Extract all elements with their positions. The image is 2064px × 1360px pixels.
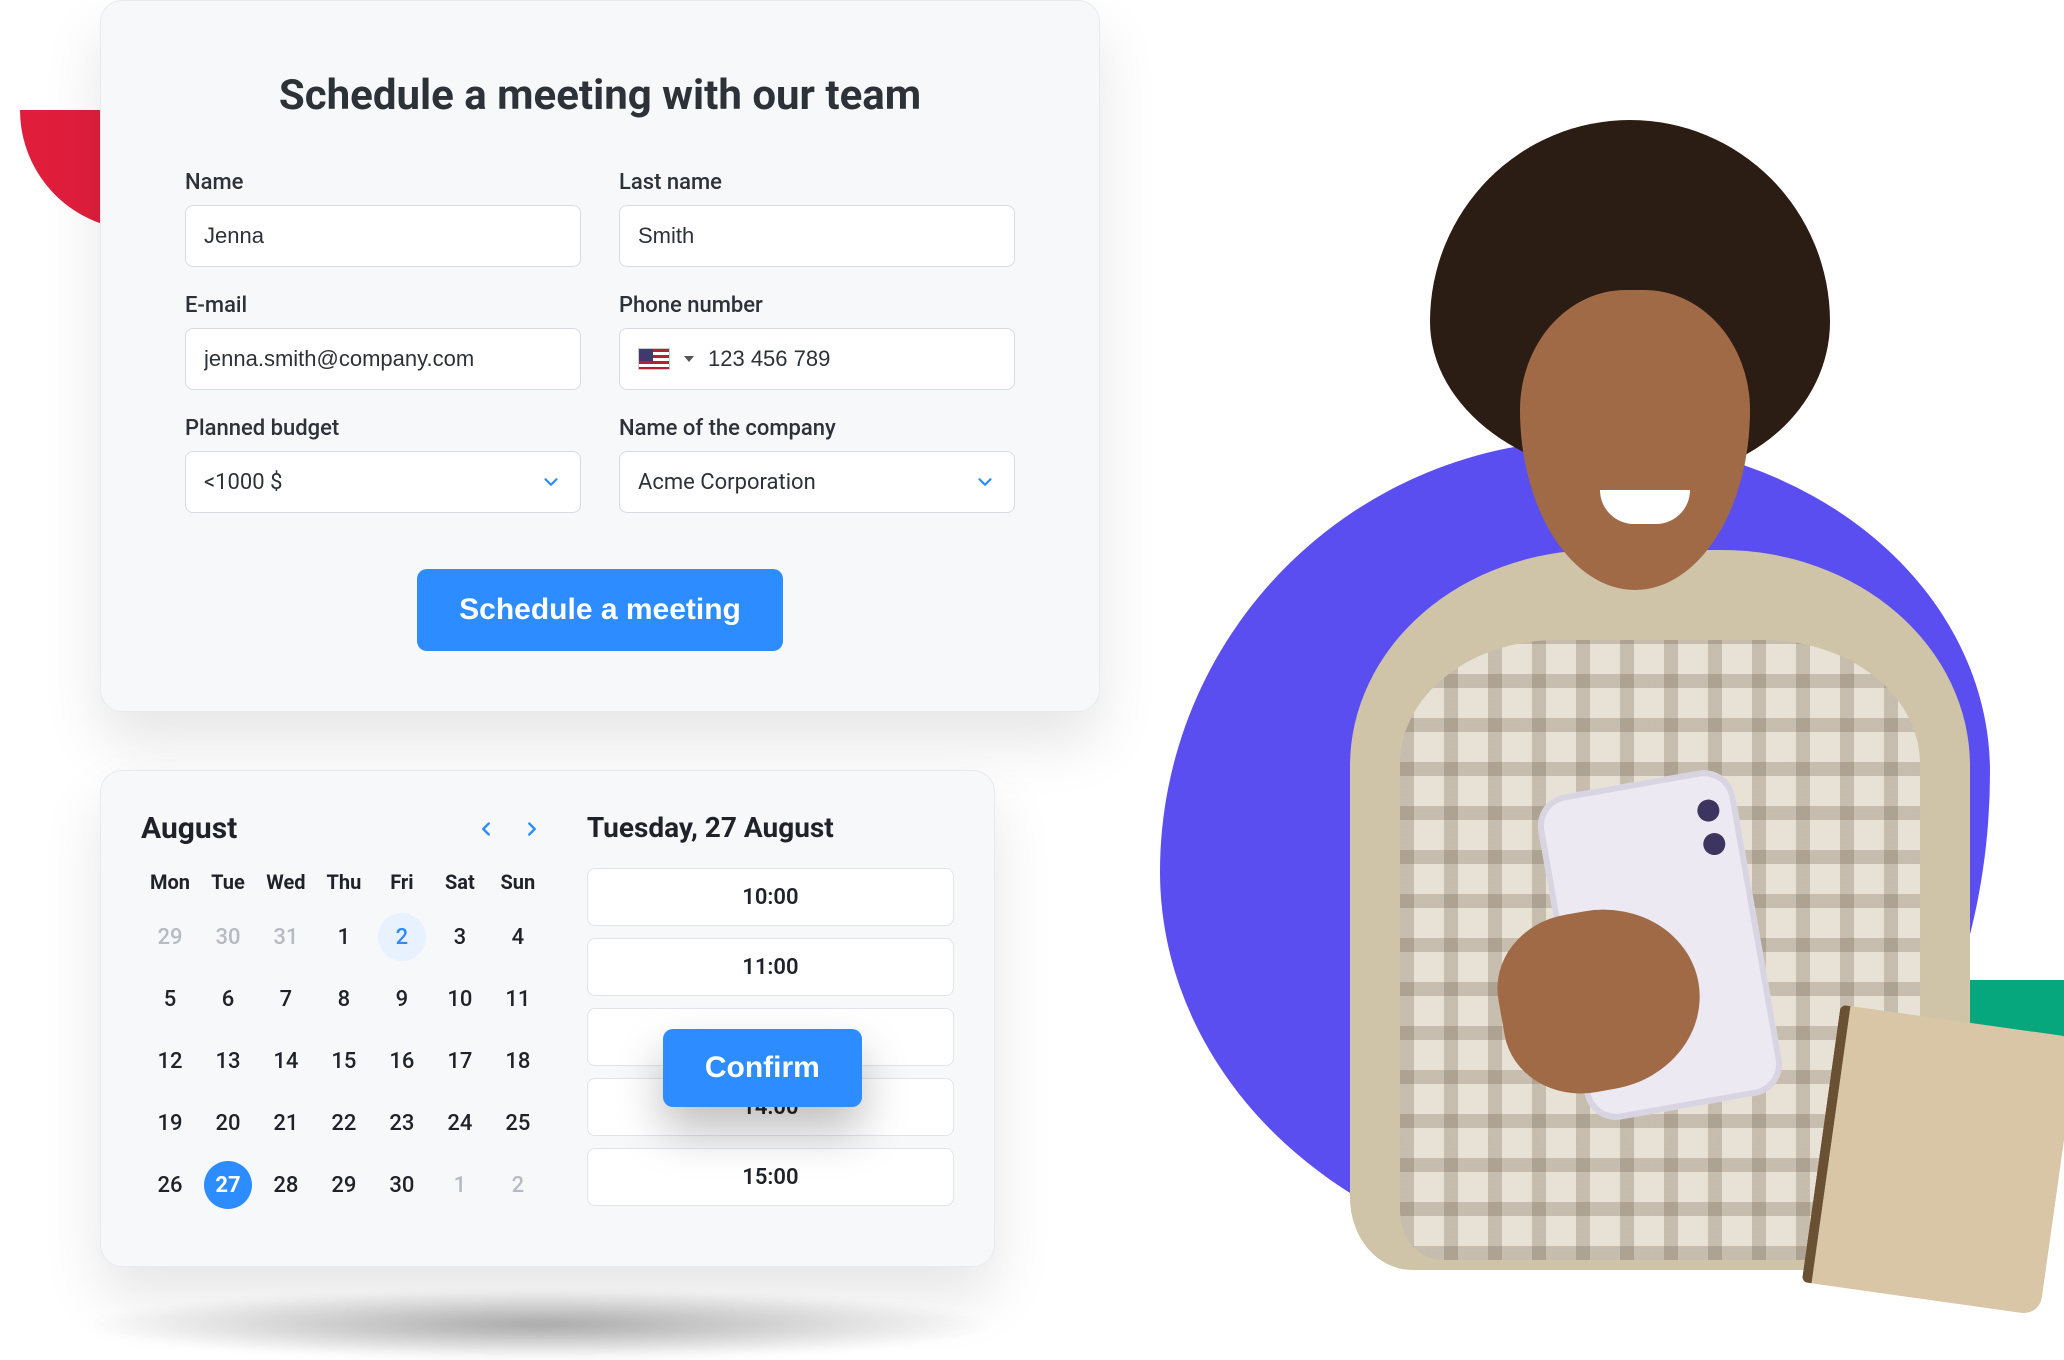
- calendar-dow: Tue: [199, 870, 257, 894]
- calendar-dow: Mon: [141, 870, 199, 894]
- schedule-meeting-button[interactable]: Schedule a meeting: [417, 569, 783, 651]
- calendar-date-cell[interactable]: 10: [431, 968, 489, 1030]
- calendar-date-cell[interactable]: 7: [257, 968, 315, 1030]
- calendar-date-cell[interactable]: 1: [431, 1154, 489, 1216]
- calendar-date-cell[interactable]: 13: [199, 1030, 257, 1092]
- input-phone[interactable]: [708, 329, 996, 389]
- calendar-date-cell[interactable]: 17: [431, 1030, 489, 1092]
- label-last-name: Last name: [619, 170, 1015, 195]
- calendar-month-label: August: [141, 811, 237, 846]
- time-slot[interactable]: 15:00: [587, 1148, 954, 1206]
- calendar-date-cell[interactable]: 24: [431, 1092, 489, 1154]
- input-name[interactable]: [204, 206, 562, 266]
- flag-caret-icon[interactable]: [684, 356, 694, 362]
- calendar-date-cell[interactable]: 22: [315, 1092, 373, 1154]
- calendar-date-cell[interactable]: 1: [315, 906, 373, 968]
- calendar-date-cell[interactable]: 30: [199, 906, 257, 968]
- calendar-right: Tuesday, 27 August 10:0011:0014:0015:00 …: [587, 811, 954, 1216]
- chevron-left-icon: [475, 818, 497, 840]
- calendar-date-cell[interactable]: 20: [199, 1092, 257, 1154]
- calendar-date-cell[interactable]: 29: [315, 1154, 373, 1216]
- select-budget-value: <1000 $: [204, 470, 282, 495]
- calendar-date-cell[interactable]: 18: [489, 1030, 547, 1092]
- calendar-date-cell[interactable]: 5: [141, 968, 199, 1030]
- input-email-wrap: [185, 328, 581, 390]
- chevron-down-icon: [974, 471, 996, 493]
- hero-illustration: [1120, 60, 2064, 1300]
- calendar-date-cell[interactable]: 28: [257, 1154, 315, 1216]
- calendar-date-cell[interactable]: 2: [489, 1154, 547, 1216]
- label-company: Name of the company: [619, 416, 1015, 441]
- field-last-name: Last name: [619, 170, 1015, 267]
- calendar-date-cell[interactable]: 4: [489, 906, 547, 968]
- input-phone-wrap: [619, 328, 1015, 390]
- calendar-date-cell[interactable]: 9: [373, 968, 431, 1030]
- calendar-date-cell[interactable]: 12: [141, 1030, 199, 1092]
- calendar-date-cell[interactable]: 26: [141, 1154, 199, 1216]
- calendar-date-cell[interactable]: 11: [489, 968, 547, 1030]
- calendar-date-cell[interactable]: 21: [257, 1092, 315, 1154]
- field-email: E-mail: [185, 293, 581, 390]
- input-last-name[interactable]: [638, 206, 996, 266]
- calendar-date-cell[interactable]: 6: [199, 968, 257, 1030]
- us-flag-icon[interactable]: [638, 348, 670, 370]
- select-budget[interactable]: <1000 $: [185, 451, 581, 513]
- select-company[interactable]: Acme Corporation: [619, 451, 1015, 513]
- input-email[interactable]: [204, 329, 562, 389]
- field-budget: Planned budget <1000 $: [185, 416, 581, 513]
- chevron-right-icon: [521, 818, 543, 840]
- calendar-date-cell[interactable]: 15: [315, 1030, 373, 1092]
- calendar-date-cell[interactable]: 14: [257, 1030, 315, 1092]
- chevron-down-icon: [540, 471, 562, 493]
- calendar-dow: Thu: [315, 870, 373, 894]
- label-budget: Planned budget: [185, 416, 581, 441]
- form-title: Schedule a meeting with our team: [185, 71, 1015, 120]
- field-name: Name: [185, 170, 581, 267]
- calendar-date-cell[interactable]: 16: [373, 1030, 431, 1092]
- calendar-date-cell[interactable]: 8: [315, 968, 373, 1030]
- calendar-dow: Wed: [257, 870, 315, 894]
- calendar-date-cell[interactable]: 31: [257, 906, 315, 968]
- calendar-dow: Sun: [489, 870, 547, 894]
- label-phone: Phone number: [619, 293, 1015, 318]
- field-company: Name of the company Acme Corporation: [619, 416, 1015, 513]
- schedule-form-card: Schedule a meeting with our team Name La…: [100, 0, 1100, 712]
- time-slot[interactable]: 10:00: [587, 868, 954, 926]
- calendar-date-cell[interactable]: 27: [199, 1154, 257, 1216]
- field-phone: Phone number: [619, 293, 1015, 390]
- calendar-prev-button[interactable]: [471, 814, 501, 844]
- input-name-wrap: [185, 205, 581, 267]
- shadow-decoration: [80, 1290, 1000, 1360]
- calendar-left: August MonTueWedThuFriSatSun 29303112345…: [141, 811, 547, 1216]
- calendar-date-cell[interactable]: 3: [431, 906, 489, 968]
- calendar-date-cell[interactable]: 23: [373, 1092, 431, 1154]
- calendar-date-cell[interactable]: 29: [141, 906, 199, 968]
- label-name: Name: [185, 170, 581, 195]
- person-illustration: [1200, 120, 2000, 1270]
- calendar-date-cell[interactable]: 19: [141, 1092, 199, 1154]
- select-company-value: Acme Corporation: [638, 470, 816, 495]
- calendar-dow: Sat: [431, 870, 489, 894]
- calendar-dow: Fri: [373, 870, 431, 894]
- calendar-next-button[interactable]: [517, 814, 547, 844]
- confirm-button[interactable]: Confirm: [663, 1029, 862, 1107]
- input-last-name-wrap: [619, 205, 1015, 267]
- calendar-card: August MonTueWedThuFriSatSun 29303112345…: [100, 770, 995, 1267]
- calendar-date-cell[interactable]: 30: [373, 1154, 431, 1216]
- time-slot[interactable]: 11:00: [587, 938, 954, 996]
- picked-date-label: Tuesday, 27 August: [587, 811, 954, 844]
- calendar-date-cell[interactable]: 2: [373, 906, 431, 968]
- calendar-date-cell[interactable]: 25: [489, 1092, 547, 1154]
- label-email: E-mail: [185, 293, 581, 318]
